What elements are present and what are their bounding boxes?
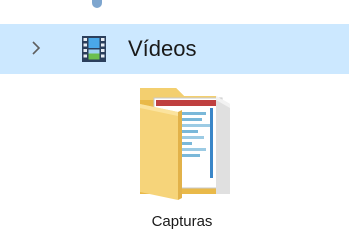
folder-item-capturas[interactable]: Capturas [132, 82, 252, 242]
folder-icon [134, 82, 246, 200]
video-folder-icon [82, 36, 106, 62]
nav-pane-previous-row-fragment [0, 0, 349, 24]
nav-tree-item-label: Vídeos [128, 36, 197, 61]
partial-icon [92, 0, 102, 8]
expand-chevron-icon[interactable] [26, 38, 46, 58]
folder-item-label: Capturas [151, 213, 213, 230]
nav-tree-item-videos[interactable]: Vídeos [0, 24, 349, 74]
